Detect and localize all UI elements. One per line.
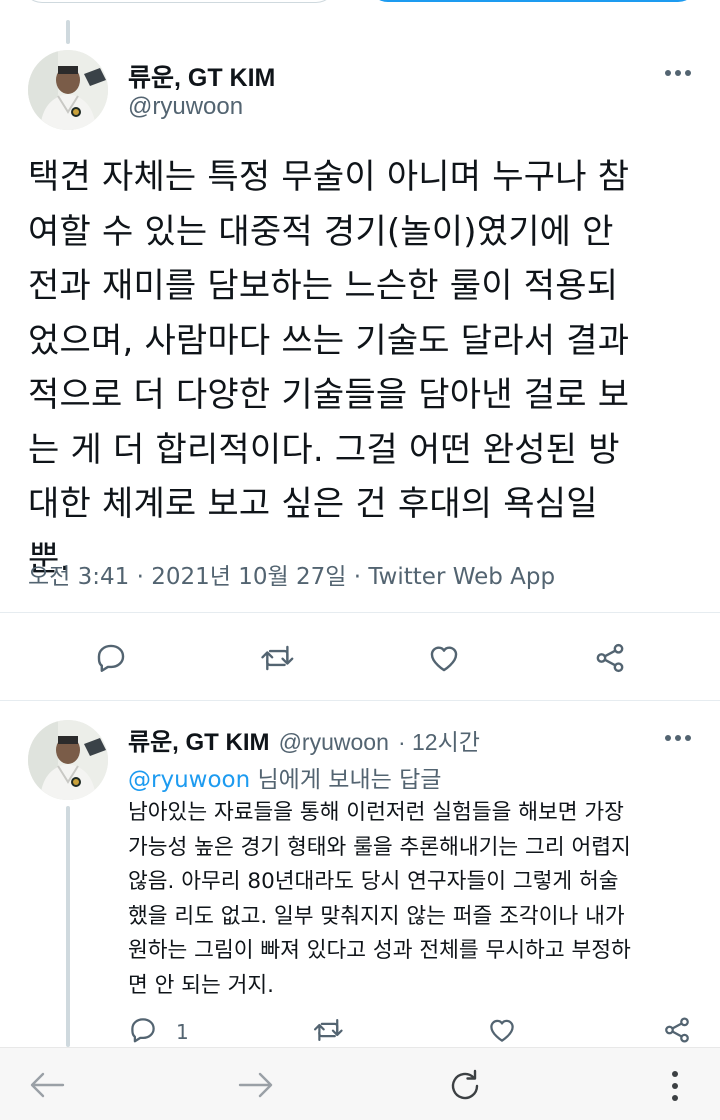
replying-to: @ryuwoon 님에게 보내는 답글 [128,760,441,794]
reply-icon[interactable] [128,1015,158,1049]
author-name[interactable]: 류운, GT KIM [128,58,275,94]
author-name[interactable]: 류운, GT KIM [128,729,269,756]
back-arrow-icon[interactable] [28,1070,66,1104]
avatar[interactable] [28,720,108,800]
share-icon[interactable] [662,1015,692,1049]
more-options-icon[interactable] [665,733,695,743]
reply-icon[interactable] [94,641,128,679]
time-ago[interactable]: · 12시간 [398,729,480,755]
replying-to-mention[interactable]: @ryuwoon [128,767,250,793]
reply-header: 류운, GT KIM @ryuwoon · 12시간 [128,722,480,757]
divider [0,700,720,701]
avatar-image [28,720,108,800]
author-handle[interactable]: @ryuwoon [128,93,243,121]
forward-arrow-icon[interactable] [237,1070,275,1104]
share-icon[interactable] [593,641,627,679]
browser-toolbar [0,1047,720,1120]
reload-icon[interactable] [446,1068,484,1108]
avatar[interactable] [28,50,108,130]
thread-connector-top [66,20,70,44]
menu-dots-icon[interactable] [671,1070,679,1106]
like-icon[interactable] [486,1015,518,1049]
like-icon[interactable] [426,641,462,679]
thread-connector [66,806,70,1047]
reply-count: 1 [176,1020,189,1044]
retweet-icon[interactable] [312,1015,344,1049]
top-partial-pill-left[interactable] [22,0,336,3]
avatar-image [28,50,108,130]
tweet-timestamp[interactable]: 오전 3:41 · 2021년 10월 27일 · Twitter Web Ap… [28,557,555,591]
reply-tweet-text: 남아있는 자료들을 통해 이런저런 실험들을 해보면 가장 가능성 높은 경기 … [128,800,631,998]
more-options-icon[interactable] [665,68,695,78]
replying-to-suffix: 님에게 보내는 답글 [250,767,442,793]
top-partial-pill-right[interactable] [368,0,698,2]
tweet-text: 택견 자체는 특정 무술이 아니며 누구나 참 여할 수 있는 대중적 경기(놀… [28,157,630,579]
divider [0,612,720,613]
retweet-icon[interactable] [259,641,295,679]
author-handle[interactable]: @ryuwoon [279,729,389,755]
